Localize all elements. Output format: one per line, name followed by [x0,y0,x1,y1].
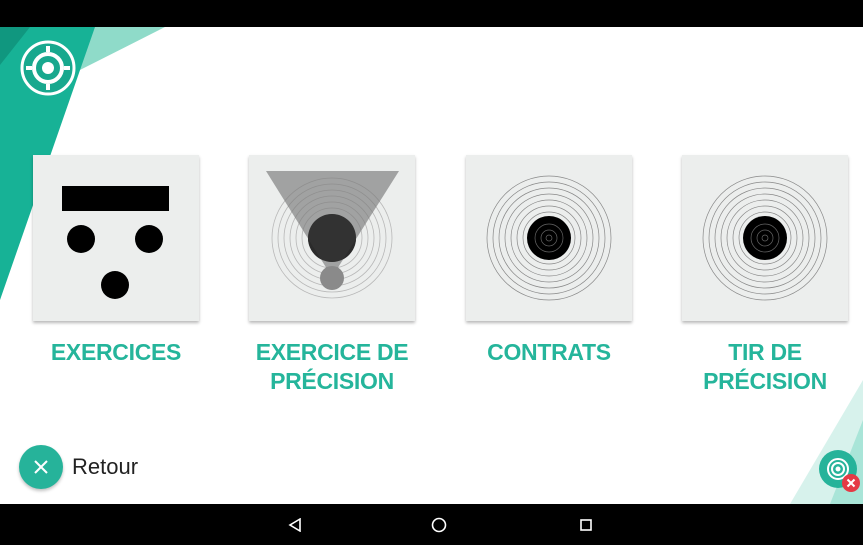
exercises-shapes-icon [62,186,169,299]
card-tir-precision[interactable] [682,155,848,321]
target-icon [486,175,612,301]
label-line2: PRÉCISION [703,368,827,394]
card-label-tir-precision[interactable]: TIR DE PRÉCISION [665,338,863,396]
target-remove-icon[interactable] [819,450,861,492]
close-icon[interactable] [19,445,63,489]
back-button[interactable]: Retour [19,445,138,489]
card-exercice-precision[interactable] [249,155,415,321]
back-triangle-icon[interactable] [280,510,310,540]
status-bar [0,0,863,27]
card-label-exercices[interactable]: EXERCICES [16,338,216,367]
card-contrats[interactable] [466,155,632,321]
back-label[interactable]: Retour [72,454,138,480]
precision-target-icon [266,171,399,299]
target-icon [702,175,828,301]
label-line1: TIR DE [728,339,802,365]
card-exercices[interactable] [33,155,199,321]
recents-square-icon[interactable] [571,510,601,540]
card-label-exercice-precision[interactable]: EXERCICE DE PRÉCISION [232,338,432,396]
home-circle-icon[interactable] [424,510,454,540]
target-logo-icon[interactable] [20,40,76,96]
label-text: CONTRATS [487,339,611,365]
label-line1: EXERCICE DE [255,339,409,365]
label-text: EXERCICES [50,339,182,365]
label-line2: PRÉCISION [270,368,394,394]
card-label-contrats[interactable]: CONTRATS [449,338,649,367]
navigation-bar [0,504,863,545]
